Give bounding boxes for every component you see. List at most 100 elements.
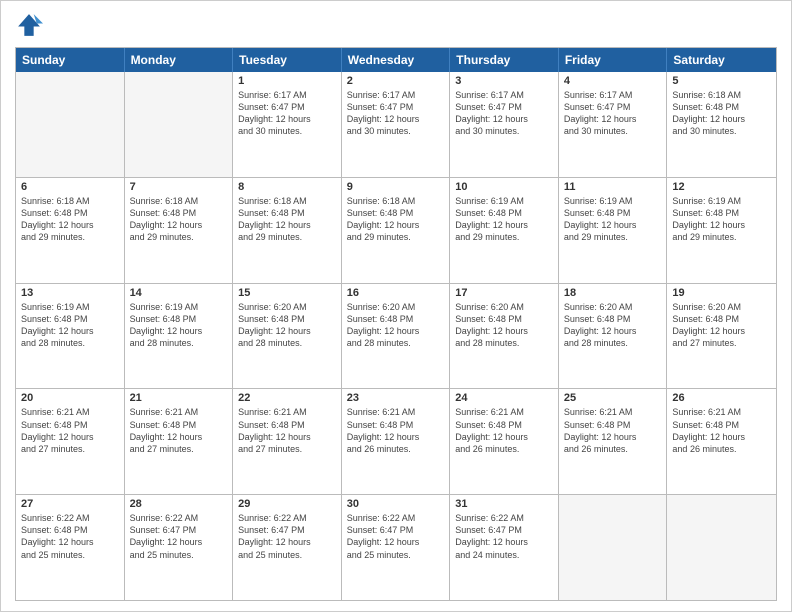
day-info: Sunrise: 6:21 AM Sunset: 6:48 PM Dayligh… — [238, 406, 336, 455]
day-number: 24 — [455, 392, 553, 404]
day-number: 5 — [672, 75, 771, 87]
day-info: Sunrise: 6:22 AM Sunset: 6:48 PM Dayligh… — [21, 512, 119, 561]
calendar-cell: 4 Sunrise: 6:17 AM Sunset: 6:47 PM Daylig… — [559, 72, 668, 177]
calendar-header-cell: Monday — [125, 48, 234, 72]
day-number: 25 — [564, 392, 662, 404]
calendar-cell: 24Sunrise: 6:21 AM Sunset: 6:48 PM Dayli… — [450, 389, 559, 494]
calendar-cell: 16 Sunrise: 6:20 AM Sunset: 6:48 PM Dayli… — [342, 284, 451, 389]
calendar-header-cell: Wednesday — [342, 48, 451, 72]
day-info: Sunrise: 6:22 AM Sunset: 6:47 PM Dayligh… — [455, 512, 553, 561]
day-info: Sunrise: 6:18 AM Sunset: 6:48 PM Dayligh… — [238, 195, 336, 244]
day-number: 29 — [238, 498, 336, 510]
calendar-header-cell: Sunday — [16, 48, 125, 72]
calendar-cell: 27 Sunrise: 6:22 AM Sunset: 6:48 PM Dayli… — [16, 495, 125, 600]
day-number: 1 — [238, 75, 336, 87]
calendar-cell: 14 Sunrise: 6:19 AM Sunset: 6:48 PM Dayli… — [125, 284, 234, 389]
calendar-cell: 30 Sunrise: 6:22 AM Sunset: 6:47 PM Dayli… — [342, 495, 451, 600]
day-number: 7 — [130, 181, 228, 193]
day-info: Sunrise: 6:21 AM Sunset: 6:48 PM Dayligh… — [347, 406, 445, 455]
day-info: Sunrise: 6:20 AM Sunset: 6:48 PM Dayligh… — [564, 301, 662, 350]
calendar-week: 27 Sunrise: 6:22 AM Sunset: 6:48 PM Dayli… — [16, 495, 776, 600]
calendar-cell: 23 Sunrise: 6:21 AM Sunset: 6:48 PM Dayli… — [342, 389, 451, 494]
calendar-cell: 11 Sunrise: 6:19 AM Sunset: 6:48 PM Dayli… — [559, 178, 668, 283]
day-number: 8 — [238, 181, 336, 193]
day-info: Sunrise: 6:21 AM Sunset: 6:48 PM Dayligh… — [21, 406, 119, 455]
day-number: 2 — [347, 75, 445, 87]
day-info: Sunrise: 6:17 AM Sunset: 6:47 PM Dayligh… — [564, 89, 662, 138]
day-number: 21 — [130, 392, 228, 404]
logo — [15, 11, 47, 39]
calendar-cell: 21 Sunrise: 6:21 AM Sunset: 6:48 PM Dayli… — [125, 389, 234, 494]
calendar-cell: 31 Sunrise: 6:22 AM Sunset: 6:47 PM Dayli… — [450, 495, 559, 600]
calendar-week: 13 Sunrise: 6:19 AM Sunset: 6:48 PM Dayli… — [16, 284, 776, 390]
calendar-header-cell: Tuesday — [233, 48, 342, 72]
calendar-cell: 17 Sunrise: 6:20 AM Sunset: 6:48 PM Dayli… — [450, 284, 559, 389]
day-info: Sunrise: 6:21 AM Sunset: 6:48 PM Dayligh… — [672, 406, 771, 455]
calendar-cell: 6 Sunrise: 6:18 AM Sunset: 6:48 PM Daylig… — [16, 178, 125, 283]
day-info: Sunrise: 6:18 AM Sunset: 6:48 PM Dayligh… — [347, 195, 445, 244]
calendar-week: 1 Sunrise: 6:17 AM Sunset: 6:47 PM Daylig… — [16, 72, 776, 178]
day-number: 14 — [130, 287, 228, 299]
day-info: Sunrise: 6:19 AM Sunset: 6:48 PM Dayligh… — [455, 195, 553, 244]
day-number: 9 — [347, 181, 445, 193]
day-number: 23 — [347, 392, 445, 404]
calendar-cell — [16, 72, 125, 177]
calendar-header: SundayMondayTuesdayWednesdayThursdayFrid… — [16, 48, 776, 72]
page: SundayMondayTuesdayWednesdayThursdayFrid… — [0, 0, 792, 612]
calendar-body: 1 Sunrise: 6:17 AM Sunset: 6:47 PM Daylig… — [16, 72, 776, 600]
day-number: 16 — [347, 287, 445, 299]
calendar-cell: 5Sunrise: 6:18 AM Sunset: 6:48 PM Daylig… — [667, 72, 776, 177]
day-number: 31 — [455, 498, 553, 510]
calendar-header-cell: Thursday — [450, 48, 559, 72]
logo-icon — [15, 11, 43, 39]
day-number: 30 — [347, 498, 445, 510]
calendar-header-cell: Friday — [559, 48, 668, 72]
day-info: Sunrise: 6:22 AM Sunset: 6:47 PM Dayligh… — [238, 512, 336, 561]
calendar-cell: 7Sunrise: 6:18 AM Sunset: 6:48 PM Daylig… — [125, 178, 234, 283]
day-number: 27 — [21, 498, 119, 510]
calendar: SundayMondayTuesdayWednesdayThursdayFrid… — [15, 47, 777, 601]
calendar-cell: 28 Sunrise: 6:22 AM Sunset: 6:47 PM Dayli… — [125, 495, 234, 600]
day-info: Sunrise: 6:20 AM Sunset: 6:48 PM Dayligh… — [347, 301, 445, 350]
calendar-week: 6 Sunrise: 6:18 AM Sunset: 6:48 PM Daylig… — [16, 178, 776, 284]
calendar-header-cell: Saturday — [667, 48, 776, 72]
calendar-cell: 22 Sunrise: 6:21 AM Sunset: 6:48 PM Dayli… — [233, 389, 342, 494]
calendar-cell: 29 Sunrise: 6:22 AM Sunset: 6:47 PM Dayli… — [233, 495, 342, 600]
calendar-cell — [667, 495, 776, 600]
day-info: Sunrise: 6:19 AM Sunset: 6:48 PM Dayligh… — [130, 301, 228, 350]
day-info: Sunrise: 6:21 AM Sunset: 6:48 PM Dayligh… — [564, 406, 662, 455]
calendar-week: 20 Sunrise: 6:21 AM Sunset: 6:48 PM Dayli… — [16, 389, 776, 495]
day-info: Sunrise: 6:22 AM Sunset: 6:47 PM Dayligh… — [130, 512, 228, 561]
day-info: Sunrise: 6:21 AM Sunset: 6:48 PM Dayligh… — [130, 406, 228, 455]
calendar-cell: 3Sunrise: 6:17 AM Sunset: 6:47 PM Daylig… — [450, 72, 559, 177]
calendar-cell — [559, 495, 668, 600]
day-info: Sunrise: 6:20 AM Sunset: 6:48 PM Dayligh… — [238, 301, 336, 350]
day-number: 17 — [455, 287, 553, 299]
day-info: Sunrise: 6:17 AM Sunset: 6:47 PM Dayligh… — [238, 89, 336, 138]
calendar-cell: 1 Sunrise: 6:17 AM Sunset: 6:47 PM Daylig… — [233, 72, 342, 177]
day-number: 20 — [21, 392, 119, 404]
day-info: Sunrise: 6:20 AM Sunset: 6:48 PM Dayligh… — [455, 301, 553, 350]
day-number: 26 — [672, 392, 771, 404]
day-number: 11 — [564, 181, 662, 193]
calendar-cell: 9 Sunrise: 6:18 AM Sunset: 6:48 PM Daylig… — [342, 178, 451, 283]
day-info: Sunrise: 6:19 AM Sunset: 6:48 PM Dayligh… — [564, 195, 662, 244]
day-info: Sunrise: 6:20 AM Sunset: 6:48 PM Dayligh… — [672, 301, 771, 350]
day-number: 22 — [238, 392, 336, 404]
calendar-cell: 13 Sunrise: 6:19 AM Sunset: 6:48 PM Dayli… — [16, 284, 125, 389]
day-info: Sunrise: 6:19 AM Sunset: 6:48 PM Dayligh… — [672, 195, 771, 244]
calendar-cell: 25 Sunrise: 6:21 AM Sunset: 6:48 PM Dayli… — [559, 389, 668, 494]
header — [15, 11, 777, 39]
day-number: 12 — [672, 181, 771, 193]
day-info: Sunrise: 6:22 AM Sunset: 6:47 PM Dayligh… — [347, 512, 445, 561]
day-info: Sunrise: 6:17 AM Sunset: 6:47 PM Dayligh… — [455, 89, 553, 138]
day-info: Sunrise: 6:19 AM Sunset: 6:48 PM Dayligh… — [21, 301, 119, 350]
calendar-cell: 12 Sunrise: 6:19 AM Sunset: 6:48 PM Dayli… — [667, 178, 776, 283]
day-number: 18 — [564, 287, 662, 299]
day-info: Sunrise: 6:18 AM Sunset: 6:48 PM Dayligh… — [21, 195, 119, 244]
day-number: 28 — [130, 498, 228, 510]
day-number: 4 — [564, 75, 662, 87]
day-number: 19 — [672, 287, 771, 299]
day-number: 13 — [21, 287, 119, 299]
day-number: 6 — [21, 181, 119, 193]
